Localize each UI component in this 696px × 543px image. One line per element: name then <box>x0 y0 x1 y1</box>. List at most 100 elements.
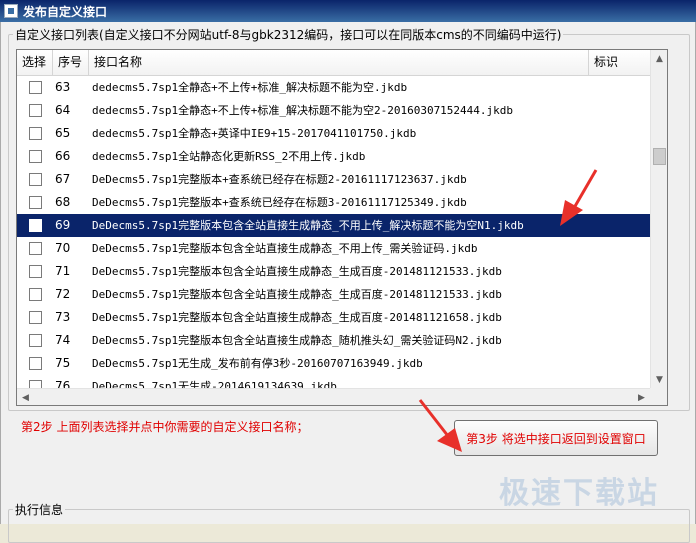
table-row[interactable]: 71 DeDecms5.7sp1完整版本包含全站直接生成静态_生成百度-20148… <box>17 260 650 283</box>
table-row[interactable]: 66 dedecms5.7sp1全站静态化更新RSS_2不用上传.jkdb <box>17 145 650 168</box>
row-tag <box>589 191 650 214</box>
row-checkbox[interactable] <box>28 357 42 370</box>
row-select[interactable] <box>17 375 53 388</box>
vertical-scrollbar[interactable]: ▲ ▼ <box>650 50 667 388</box>
table-row[interactable]: 74 DeDecms5.7sp1完整版本包含全站直接生成静态_随机推头幻_需关验证… <box>17 329 650 352</box>
row-select[interactable] <box>17 352 53 375</box>
row-select[interactable] <box>17 237 53 260</box>
row-number: 75 <box>55 356 71 370</box>
row-tag <box>589 122 650 145</box>
row-select[interactable] <box>17 283 53 306</box>
row-interface-name: dedecms5.7sp1全静态+不上传+标准_解决标题不能为空2-201603… <box>92 104 514 117</box>
row-tag <box>589 168 650 191</box>
row-interface-name: DeDecms5.7sp1完整版本包含全站直接生成静态_不用上传_需关验证码.j… <box>92 242 478 255</box>
row-number: 63 <box>55 80 71 94</box>
row-number: 71 <box>55 264 71 278</box>
row-interface-name: DeDecms5.7sp1完整版本+查系统已经存在标题2-20161117123… <box>92 173 467 186</box>
table-row[interactable]: 63 dedecms5.7sp1全静态+不上传+标准_解决标题不能为空.jkdb <box>17 76 650 99</box>
scroll-right-icon[interactable]: ▶ <box>633 389 650 405</box>
row-interface-name: dedecms5.7sp1全静态+英译中IE9+15-2017041101750… <box>92 127 417 140</box>
row-tag <box>589 283 650 306</box>
list-body: 63 dedecms5.7sp1全静态+不上传+标准_解决标题不能为空.jkdb 6… <box>17 76 650 388</box>
step2-hint: 第2步 上面列表选择并点中你需要的自定义接口名称； <box>21 420 309 434</box>
list-header: 选择 序号 接口名称 标识 <box>17 50 667 76</box>
row-select[interactable] <box>17 306 53 329</box>
row-checkbox[interactable] <box>28 380 42 388</box>
row-number: 64 <box>55 103 71 117</box>
window-title: 发布自定义接口 <box>23 4 108 19</box>
app-icon <box>4 4 18 18</box>
row-select[interactable] <box>17 122 53 145</box>
row-tag <box>589 260 650 283</box>
row-tag <box>589 352 650 375</box>
horizontal-scrollbar[interactable]: ◀ ▶ <box>17 388 650 405</box>
row-checkbox[interactable] <box>28 127 42 140</box>
row-checkbox[interactable] <box>28 173 42 186</box>
table-row[interactable]: 73 DeDecms5.7sp1完整版本包含全站直接生成静态_生成百度-20148… <box>17 306 650 329</box>
row-tag <box>589 76 650 99</box>
table-row[interactable]: 65 dedecms5.7sp1全静态+英译中IE9+15-20170411017… <box>17 122 650 145</box>
row-checkbox[interactable] <box>28 334 42 347</box>
table-row[interactable]: 69 DeDecms5.7sp1完整版本包含全站直接生成静态_不用上传_解决标题不… <box>17 214 650 237</box>
row-checkbox[interactable] <box>28 242 42 255</box>
execution-info-legend: 执行信息 <box>15 503 64 517</box>
row-tag <box>589 99 650 122</box>
row-checkbox[interactable] <box>28 150 42 163</box>
col-header-select[interactable]: 选择 <box>17 50 53 75</box>
row-interface-name: DeDecms5.7sp1无生成-2014619134639.jkdb <box>92 380 337 388</box>
row-checkbox[interactable] <box>28 288 42 301</box>
scroll-left-icon[interactable]: ◀ <box>17 389 34 405</box>
row-tag <box>589 329 650 352</box>
table-row[interactable]: 72 DeDecms5.7sp1完整版本包含全站直接生成静态_生成百度-20148… <box>17 283 650 306</box>
table-row[interactable]: 76 DeDecms5.7sp1无生成-2014619134639.jkdb <box>17 375 650 388</box>
scroll-down-icon[interactable]: ▼ <box>651 371 667 388</box>
row-interface-name: DeDecms5.7sp1无生成_发布前有停3秒-20160707163949.… <box>92 357 423 370</box>
table-row[interactable]: 64 dedecms5.7sp1全静态+不上传+标准_解决标题不能为空2-2016… <box>17 99 650 122</box>
title-bar: 发布自定义接口 <box>0 0 696 22</box>
row-interface-name: DeDecms5.7sp1完整版本包含全站直接生成静态_不用上传_解决标题不能为… <box>92 219 524 232</box>
row-select[interactable] <box>17 145 53 168</box>
row-select[interactable] <box>17 191 53 214</box>
row-checkbox[interactable] <box>28 219 42 232</box>
row-checkbox[interactable] <box>28 311 42 324</box>
row-interface-name: dedecms5.7sp1全静态+不上传+标准_解决标题不能为空.jkdb <box>92 81 408 94</box>
scrollbar-corner <box>650 388 667 405</box>
table-row[interactable]: 75 DeDecms5.7sp1无生成_发布前有停3秒-2016070716394… <box>17 352 650 375</box>
row-select[interactable] <box>17 168 53 191</box>
row-tag <box>589 306 650 329</box>
interface-listview[interactable]: 选择 序号 接口名称 标识 63 dedecms5.7sp1全静态+不上传+标准_… <box>16 49 668 406</box>
row-number: 69 <box>55 218 71 232</box>
col-header-number[interactable]: 序号 <box>53 50 89 75</box>
row-interface-name: DeDecms5.7sp1完整版本包含全站直接生成静态_生成百度-2014811… <box>92 288 502 301</box>
table-row[interactable]: 68 DeDecms5.7sp1完整版本+查系统已经存在标题3-201611171… <box>17 191 650 214</box>
row-select[interactable] <box>17 76 53 99</box>
row-interface-name: DeDecms5.7sp1完整版本包含全站直接生成静态_随机推头幻_需关验证码N… <box>92 334 502 347</box>
watermark-logo: 极速下载站 <box>499 476 659 511</box>
col-header-name[interactable]: 接口名称 <box>89 50 589 75</box>
main-window: 自定义接口列表(自定义接口不分网站utf-8与gbk2312编码，接口可以在同版… <box>0 22 696 543</box>
table-row[interactable]: 67 DeDecms5.7sp1完整版本+查系统已经存在标题2-201611171… <box>17 168 650 191</box>
row-tag <box>589 145 650 168</box>
row-number: 73 <box>55 310 71 324</box>
row-checkbox[interactable] <box>28 81 42 94</box>
row-number: 72 <box>55 287 71 301</box>
row-interface-name: DeDecms5.7sp1完整版本包含全站直接生成静态_生成百度-2014811… <box>92 265 502 278</box>
return-interface-button[interactable]: 第3步 将选中接口返回到设置窗口 <box>454 420 658 456</box>
vertical-scroll-thumb[interactable] <box>653 148 666 165</box>
row-number: 65 <box>55 126 71 140</box>
row-checkbox[interactable] <box>28 104 42 117</box>
row-tag <box>589 375 650 388</box>
row-checkbox[interactable] <box>28 196 42 209</box>
row-select[interactable] <box>17 329 53 352</box>
row-select[interactable] <box>17 214 53 237</box>
row-interface-name: dedecms5.7sp1全站静态化更新RSS_2不用上传.jkdb <box>92 150 366 163</box>
row-select[interactable] <box>17 260 53 283</box>
row-select[interactable] <box>17 99 53 122</box>
row-tag <box>589 214 650 237</box>
scroll-up-icon[interactable]: ▲ <box>651 50 667 67</box>
row-interface-name: DeDecms5.7sp1完整版本包含全站直接生成静态_生成百度-2014811… <box>92 311 502 324</box>
row-checkbox[interactable] <box>28 265 42 278</box>
table-row[interactable]: 70 DeDecms5.7sp1完整版本包含全站直接生成静态_不用上传_需关验证码… <box>17 237 650 260</box>
row-number: 76 <box>55 379 71 388</box>
row-number: 67 <box>55 172 71 186</box>
